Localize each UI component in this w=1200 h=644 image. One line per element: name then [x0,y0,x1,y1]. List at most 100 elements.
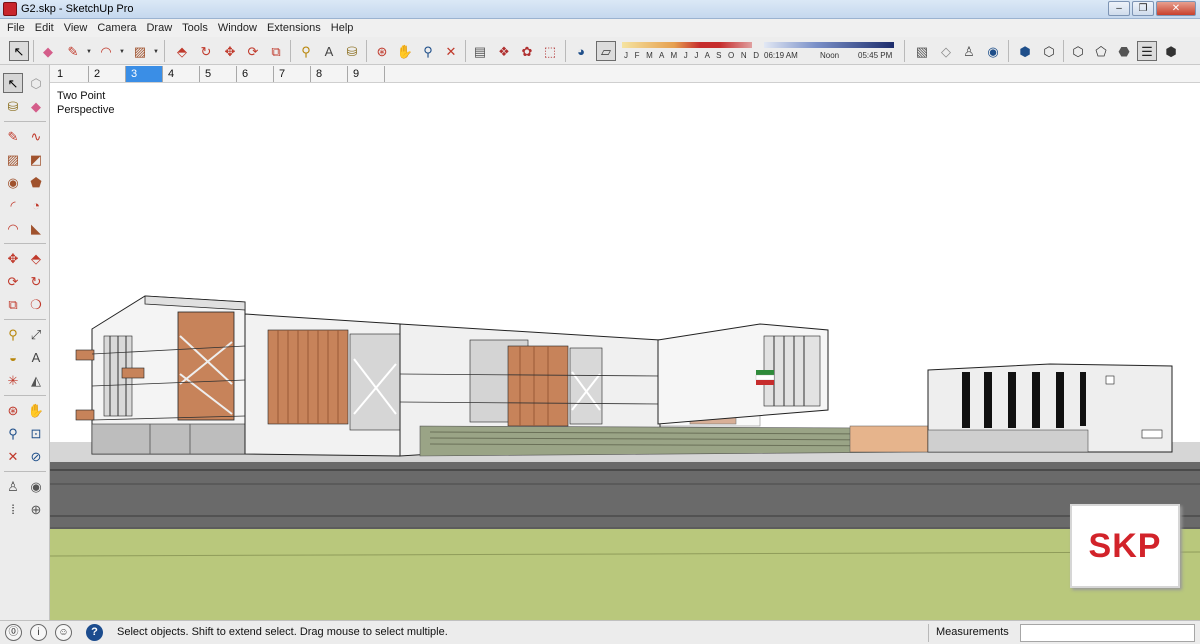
help-icon[interactable]: ? [86,624,103,641]
scene-tab-5[interactable]: 5 [200,66,237,82]
line-icon[interactable]: ✎ [3,126,23,146]
zoom-window-icon[interactable]: ⊡ [26,423,46,443]
maximize-button[interactable]: ❐ [1132,1,1154,16]
polygon-icon[interactable]: ⬟ [26,172,46,192]
tape-icon[interactable]: ⚲ [3,324,23,344]
orbit-icon[interactable]: ⊛ [372,41,392,61]
arc-icon[interactable]: ◜ [3,195,23,215]
zoom-extents-icon[interactable]: ✕ [3,446,23,466]
section-plane-icon[interactable]: ◭ [26,370,46,390]
move-icon[interactable]: ✥ [3,248,23,268]
previous-view-icon[interactable]: ⊘ [26,446,46,466]
shadows-settings-icon[interactable]: ◕ [571,41,591,61]
two-point-arc-icon[interactable]: ◣ [26,218,46,238]
person-icon[interactable]: ♙ [959,41,979,61]
menu-extensions[interactable]: Extensions [262,22,326,34]
axes-icon[interactable]: ✳ [3,370,23,390]
move-icon[interactable]: ✥ [220,41,240,61]
select-icon[interactable]: ↖ [3,73,23,93]
sandbox-icon[interactable]: ▧ [912,41,932,61]
menu-help[interactable]: Help [326,22,359,34]
make-component-icon[interactable]: ⬡ [26,73,46,93]
push-pull-icon[interactable]: ⬘ [26,248,46,268]
components-icon[interactable]: ❖ [494,41,514,61]
rectangle-icon[interactable]: ▨ [3,149,23,169]
tape-measure-icon[interactable]: ⚲ [296,41,316,61]
arc-icon[interactable]: ◠ [96,41,116,61]
orbit-icon[interactable]: ⊛ [3,400,23,420]
scene-tab-3[interactable]: 3 [126,66,163,82]
menu-window[interactable]: Window [213,22,262,34]
scene-tab-1[interactable]: 1 [52,66,89,82]
menu-tools[interactable]: Tools [177,22,213,34]
eraser-icon[interactable]: ◆ [26,96,46,116]
eraser-icon[interactable]: ◆ [38,41,58,61]
section-icon[interactable]: ⊕ [26,499,46,519]
wireframe-style-icon[interactable]: ⬠ [1091,41,1111,61]
shadows-toggle-icon[interactable]: ▱ [596,41,616,61]
menu-file[interactable]: File [2,22,30,34]
pencil-line-icon[interactable]: ✎ [63,41,83,61]
circle-icon[interactable]: ◉ [3,172,23,192]
user-account-icon[interactable]: ☺ [55,624,72,641]
monochrome-style-icon[interactable]: ☰ [1137,41,1157,61]
menu-edit[interactable]: Edit [30,22,59,34]
rotate-icon[interactable]: ⟳ [243,41,263,61]
chevron-down-icon[interactable]: ▼ [86,49,92,55]
scene-tab-4[interactable]: 4 [163,66,200,82]
scene-tab-7[interactable]: 7 [274,66,311,82]
iso-view-icon[interactable]: ⬢ [1015,41,1035,61]
drawing-viewport[interactable]: Two Point Perspective SKP [50,84,1200,620]
scene-tab-2[interactable]: 2 [89,66,126,82]
shadow-time-slider[interactable] [764,42,894,48]
scale-icon[interactable]: ⧉ [3,294,23,314]
freehand-icon[interactable]: ∿ [26,126,46,146]
text-3d-icon[interactable]: A [26,347,46,367]
top-view-icon[interactable]: ⬡ [1039,41,1059,61]
textured-style-icon[interactable]: ⬢ [1161,41,1181,61]
xray-style-icon[interactable]: ⬡ [1068,41,1088,61]
materials-icon[interactable]: ✿ [517,41,537,61]
walk-icon[interactable]: ⁞ [3,499,23,519]
follow-me-icon[interactable]: ↻ [196,41,216,61]
zoom-icon[interactable]: ⚲ [418,41,438,61]
menu-draw[interactable]: Draw [141,22,177,34]
close-button[interactable]: ✕ [1156,1,1196,16]
measurements-input[interactable] [1020,624,1195,642]
chevron-down-icon[interactable]: ▼ [119,49,125,55]
fog-icon[interactable]: ◇ [936,41,956,61]
text-icon[interactable]: A [319,41,339,61]
zoom-icon[interactable]: ⚲ [3,423,23,443]
pie-icon[interactable]: ◔ [26,195,46,215]
paint-icon[interactable]: ⛁ [3,96,23,116]
shaded-style-icon[interactable]: ⬣ [1114,41,1134,61]
three-point-arc-icon[interactable]: ◠ [3,218,23,238]
scenes-icon[interactable]: ▤ [470,41,490,61]
scale-icon[interactable]: ⧉ [266,41,286,61]
dimension-icon[interactable]: ⤢ [26,324,46,344]
select-arrow-icon[interactable]: ↖ [9,41,29,61]
credits-info-icon[interactable]: i [30,624,47,641]
protractor-icon[interactable]: ◒ [3,347,23,367]
chevron-down-icon[interactable]: ▼ [153,49,159,55]
geo-globe-icon[interactable]: ◉ [983,41,1003,61]
rotate-icon[interactable]: ⟳ [3,271,23,291]
offset-icon[interactable]: ❍ [26,294,46,314]
look-around-icon[interactable]: ◉ [26,476,46,496]
pan-icon[interactable]: ✋ [395,41,415,61]
geo-location-icon[interactable]: ⓪ [5,624,22,641]
shadow-month-slider[interactable] [622,42,752,48]
scene-tab-9[interactable]: 9 [348,66,385,82]
menu-view[interactable]: View [59,22,93,34]
scene-tab-6[interactable]: 6 [237,66,274,82]
menu-camera[interactable]: Camera [92,22,141,34]
scene-tab-8[interactable]: 8 [311,66,348,82]
follow-me-icon[interactable]: ↻ [26,271,46,291]
paint-bucket-icon[interactable]: ⛁ [342,41,362,61]
zoom-extents-icon[interactable]: ✕ [441,41,461,61]
warehouse-icon[interactable]: ⬚ [540,41,560,61]
rectangle-icon[interactable]: ▨ [130,41,150,61]
minimize-button[interactable]: – [1108,1,1130,16]
position-camera-icon[interactable]: ♙ [3,476,23,496]
rotated-rect-icon[interactable]: ◩ [26,149,46,169]
